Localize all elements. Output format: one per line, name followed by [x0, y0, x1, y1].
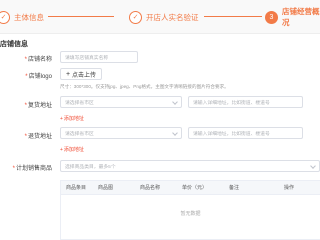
required-mark: * [24, 103, 27, 109]
plus-icon: + [60, 116, 63, 122]
goods-table: 商品条目 商品图 商品名称 单价（元） 备注 操作 暂无数据 [60, 180, 320, 240]
logo-hint: 尺寸：300*300。仅支持jpg、jpeg、Png格式，主图文字清晰链接的图片… [60, 84, 229, 89]
address-1-label: *复货地址 [24, 103, 52, 109]
required-mark: * [25, 74, 28, 80]
step-2: ✓ 开店人实名验证 [129, 0, 199, 34]
add-address-1-link[interactable]: +添加地址 [60, 115, 84, 122]
chevron-down-icon [310, 163, 316, 169]
column-header: 单价（元） [182, 185, 208, 191]
step-1-label: 主体信息 [14, 12, 44, 22]
chevron-down-icon [172, 99, 178, 105]
column-header: 操作 [284, 185, 295, 191]
add-address-2-link[interactable]: +添加地址 [60, 146, 84, 153]
shop-logo-label: *店铺logo [25, 74, 52, 80]
address-1-detail-placeholder: 请输入详细地址，比如街道、楼道号 [193, 100, 270, 106]
step-connector-1 [48, 16, 114, 17]
step-bar: ✓ 主体信息 ✓ 开店人实名验证 3 店铺经营概况 [0, 0, 320, 34]
upload-button-label: 点击上传 [72, 72, 97, 79]
plan-goods-label: *计划销售商品 [12, 166, 52, 172]
address-2-detail-input[interactable]: 请输入详细地址，比如街道、楼道号 [188, 127, 303, 139]
required-mark: * [24, 57, 27, 63]
step-3-number: 3 [265, 10, 278, 24]
address-2-region-select[interactable]: 请选择省市区 [60, 127, 182, 139]
address-2-detail-placeholder: 请输入详细地址，比如街道、楼道号 [193, 131, 270, 137]
check-icon: ✓ [129, 10, 142, 24]
step-2-label: 开店人实名验证 [146, 12, 199, 22]
column-header: 商品名称 [140, 185, 161, 191]
table-header: 商品条目 商品图 商品名称 单价（元） 备注 操作 [61, 181, 320, 195]
step-1: ✓ 主体信息 [0, 0, 44, 34]
section-title: 店铺信息 [0, 41, 28, 48]
required-mark: * [12, 166, 15, 172]
shop-name-placeholder: 请填写店铺真实名称 [65, 55, 109, 61]
shop-name-input[interactable]: 请填写店铺真实名称 [60, 51, 138, 63]
address-1-region-select[interactable]: 请选择省市区 [60, 96, 182, 108]
column-header: 商品条目 [66, 185, 87, 191]
upload-button[interactable]: + 点击上传 [60, 68, 102, 80]
column-header: 商品图 [98, 185, 114, 191]
required-mark: * [24, 134, 27, 140]
plus-icon: + [60, 147, 63, 153]
step-connector-2 [204, 16, 262, 17]
address-2-region-placeholder: 请选择省市区 [65, 131, 94, 137]
column-header: 备注 [229, 185, 240, 191]
chevron-down-icon [172, 130, 178, 136]
address-1-region-placeholder: 请选择省市区 [65, 100, 94, 106]
address-2-label: *退货地址 [24, 134, 52, 140]
address-1-detail-input[interactable]: 请输入详细地址，比如街道、楼道号 [188, 96, 303, 108]
check-icon: ✓ [0, 10, 10, 24]
plus-icon: + [65, 70, 71, 78]
plan-goods-placeholder: 选择商品类目，最多5个 [65, 164, 116, 170]
step-3: 3 店铺经营概况 [265, 0, 320, 34]
step-3-label: 店铺经营概况 [282, 7, 320, 27]
empty-state: 暂无数据 [180, 211, 201, 217]
shop-name-label: *店铺名称 [24, 57, 52, 63]
plan-goods-select[interactable]: 选择商品类目，最多5个 [60, 160, 320, 172]
